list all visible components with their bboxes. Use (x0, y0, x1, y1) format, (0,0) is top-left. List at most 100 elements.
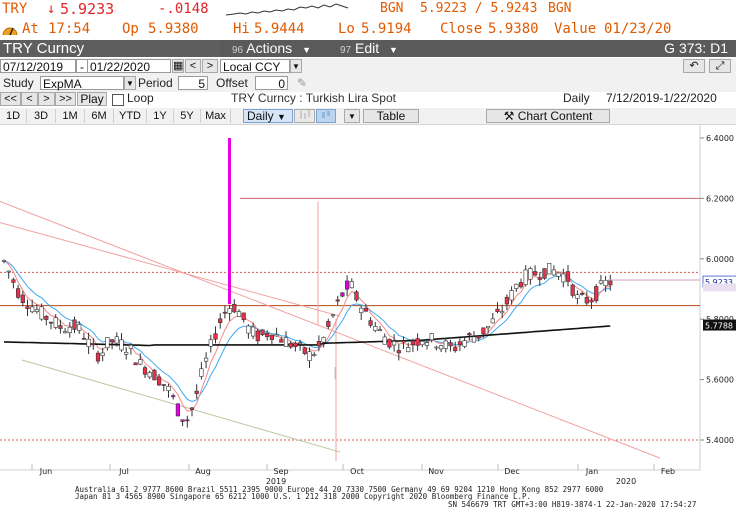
bid-source: BGN (380, 1, 404, 16)
candle-body (410, 340, 416, 346)
candle-body (504, 296, 510, 305)
timeframe-1m[interactable]: 1M (56, 109, 85, 123)
y-tick-label: 5.4000 (706, 436, 734, 445)
candle-body (443, 340, 448, 349)
candle-body (20, 294, 25, 304)
timeframe-1d[interactable]: 1D (0, 109, 27, 123)
edit-label: Edit (355, 40, 380, 56)
candle-body (598, 280, 603, 284)
period-input[interactable]: 5 (178, 76, 208, 91)
chart-content-button[interactable]: ⚒ Chart Content (486, 109, 610, 123)
calendar-icon[interactable]: ▦ (172, 59, 184, 73)
timeframe-5y[interactable]: 5Y (174, 109, 201, 123)
timeframe-6m[interactable]: 6M (85, 109, 114, 123)
down-arrow-icon: ↓ (47, 1, 56, 17)
undo-button[interactable]: ↶ (683, 59, 705, 73)
y-tick-label: 6.0000 (706, 255, 734, 264)
actions-menu[interactable]: 96 Actions ▼ (228, 40, 320, 57)
date-to-input[interactable]: 01/22/2020 (87, 59, 171, 74)
currency-select[interactable]: Local CCY (220, 59, 290, 74)
candle-body (570, 284, 575, 296)
bars-icon (300, 110, 309, 119)
candle-body (25, 306, 30, 309)
chevron-down-icon[interactable]: ▼ (290, 59, 302, 73)
candle-body (30, 306, 35, 313)
step-back-button[interactable]: < (21, 92, 38, 106)
security-description: TRY Curncy : Turkish Lira Spot (231, 91, 396, 105)
candle-body (6, 270, 11, 273)
candle-body (382, 336, 387, 345)
table-button[interactable]: Table (363, 109, 419, 123)
candle-body (579, 292, 585, 295)
candle-body (218, 318, 223, 324)
candle-body (528, 268, 533, 280)
candle-body (105, 337, 110, 349)
study-select[interactable]: ExpMA (40, 76, 124, 91)
value-date: 01/23/20 (604, 21, 672, 37)
candle-body (157, 376, 162, 386)
step-forward-button[interactable]: > (38, 92, 55, 106)
price-chart[interactable]: 6.40006.20006.00005.80005.60005.40005.92… (0, 125, 736, 530)
play-button[interactable]: Play (77, 92, 107, 106)
x-tick-label: Oct (350, 467, 364, 476)
candle-body (584, 297, 589, 304)
candle-body (415, 338, 420, 346)
loop-checkbox[interactable] (112, 94, 124, 106)
candle-body (133, 362, 138, 366)
candle-body (208, 339, 213, 347)
candle-body (377, 329, 383, 332)
chevron-down-icon[interactable]: ▼ (124, 76, 136, 90)
candle-body (67, 326, 72, 334)
candle-body (128, 344, 134, 349)
timeframe-1y[interactable]: 1Y (147, 109, 174, 123)
x-tick-label: Aug (195, 467, 211, 476)
timeframe-3d[interactable]: 3D (27, 109, 56, 123)
timeframe-max[interactable]: Max (201, 109, 231, 123)
candle-body (236, 311, 242, 317)
security-title: TRY Curncy (0, 40, 220, 57)
candles-button[interactable] (316, 109, 336, 123)
candle-body (594, 286, 599, 302)
fast-forward-button[interactable]: >> (55, 92, 76, 106)
expand-button[interactable]: ⤢ (709, 59, 731, 73)
candle-body (335, 299, 340, 302)
candle-body (222, 311, 228, 314)
prev-range-button[interactable]: < (185, 59, 201, 73)
next-range-button[interactable]: > (202, 59, 218, 73)
candle-body (279, 339, 284, 343)
period-select[interactable]: Daily ▼ (243, 109, 293, 123)
candle-body (391, 341, 397, 346)
candle-body (11, 279, 16, 283)
candle-body (551, 269, 556, 276)
candle-body (302, 347, 307, 354)
ema-slow-label: 5.7788 (705, 322, 733, 331)
pencil-icon[interactable]: ✎ (297, 76, 307, 90)
candle-body (293, 342, 298, 348)
candle-body (77, 324, 82, 331)
edit-menu[interactable]: 97 Edit ▼ (336, 40, 412, 57)
candle-body (124, 352, 129, 355)
page-code: G 373: D1 (664, 40, 728, 56)
ticker[interactable]: TRY (2, 1, 27, 17)
candle-body (142, 367, 148, 375)
candle-body (246, 325, 251, 334)
rewind-button[interactable]: << (0, 92, 21, 106)
date-from-input[interactable]: 07/12/2019 (0, 59, 76, 74)
candle-body (72, 319, 77, 330)
candle-body (359, 307, 364, 313)
chevron-down-icon[interactable]: ▼ (344, 109, 360, 123)
candle-body (265, 332, 270, 338)
caret-down-icon: ▼ (302, 45, 311, 55)
candle-body (44, 315, 49, 320)
candle-body (91, 343, 96, 346)
timeframe-ytd[interactable]: YTD (114, 109, 147, 123)
ask-source: BGN (548, 1, 572, 16)
chart-style-button[interactable] (294, 109, 315, 123)
loop-label: Loop (127, 91, 154, 105)
candle-body (227, 308, 232, 314)
candle-body (354, 291, 359, 301)
candle-body (603, 279, 608, 286)
offset-input[interactable]: 0 (255, 76, 288, 91)
y-tick-label: 6.2000 (706, 194, 734, 203)
x-tick-label: Jun (39, 467, 53, 476)
